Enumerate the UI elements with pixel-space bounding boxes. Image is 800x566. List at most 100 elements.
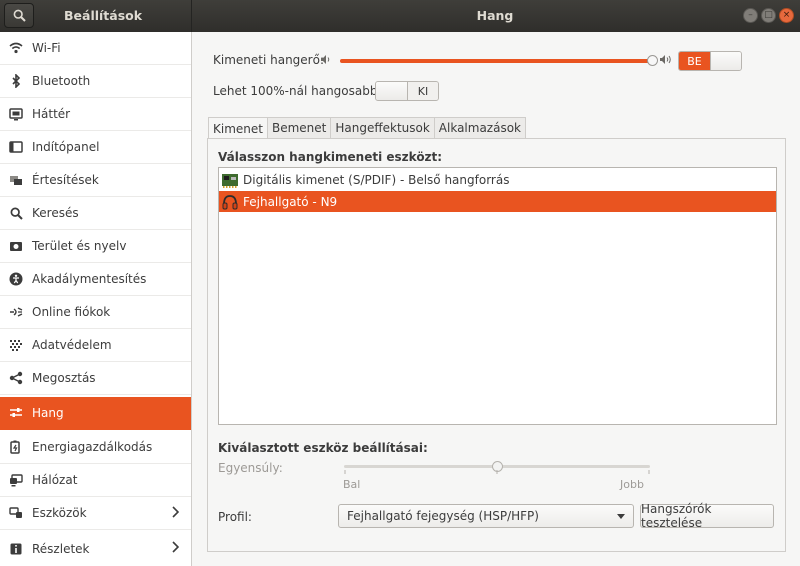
output-device-list: Digitális kimenet (S/PDIF) - Belső hangf… xyxy=(218,167,777,425)
search-icon xyxy=(8,205,24,221)
sidebar-item-bluetooth[interactable]: Bluetooth xyxy=(0,65,191,98)
chevron-right-icon xyxy=(171,506,180,521)
volume-low-icon xyxy=(320,54,331,68)
title-bar: Beállítások Hang – □ × xyxy=(0,0,800,32)
window-title: Hang xyxy=(476,8,514,23)
power-icon xyxy=(8,439,24,455)
tab-output[interactable]: Kimenet xyxy=(208,117,268,139)
output-tab-panel: Válasszon hangkimeneti eszközt: Digitáli… xyxy=(207,138,786,552)
devices-icon xyxy=(8,505,24,521)
dock-icon xyxy=(8,139,24,155)
maximize-icon: □ xyxy=(764,10,773,20)
sidebar-item-label: Értesítések xyxy=(32,173,99,187)
sidebar-item-sharing[interactable]: Megosztás xyxy=(0,362,191,395)
switch-handle xyxy=(376,82,408,100)
switch-off-label: KI xyxy=(407,82,438,100)
notifications-icon xyxy=(8,172,24,188)
minimize-button[interactable]: – xyxy=(743,8,758,23)
sidebar-item-privacy[interactable]: Adatvédelem xyxy=(0,329,191,362)
sidebar-item-label: Adatvédelem xyxy=(32,338,112,352)
device-label: Fejhallgató - N9 xyxy=(243,194,338,209)
sidebar-item-search[interactable]: Keresés xyxy=(0,197,191,230)
sound-tabs: Kimenet Bemenet Hangeffektusok Alkalmazá… xyxy=(208,117,527,139)
list-item-headphones[interactable]: Fejhallgató - N9 xyxy=(219,191,776,212)
output-volume-label: Kimeneti hangerő: xyxy=(213,53,324,67)
sidebar-item-sound[interactable]: Hang xyxy=(0,397,191,430)
balance-ticks xyxy=(344,470,650,474)
sidebar-item-label: Részletek xyxy=(32,541,90,556)
sidebar-item-label: Energiagazdálkodás xyxy=(32,440,153,454)
output-device-heading: Válasszon hangkimeneti eszközt: xyxy=(218,150,443,164)
amplify-label: Lehet 100%-nál hangosabb xyxy=(213,84,378,98)
sidebar-item-label: Indítópanel xyxy=(32,140,100,154)
sidebar-item-label: Online fiókok xyxy=(32,305,111,319)
sidebar-item-network[interactable]: Hálózat xyxy=(0,464,191,497)
sound-settings-panel: Kimeneti hangerő: BE Lehet 100%-nál hang… xyxy=(192,32,800,566)
sidebar-item-label: Hálózat xyxy=(32,473,78,487)
pci-card-icon xyxy=(221,171,239,189)
volume-slider-fill xyxy=(340,59,650,63)
close-icon: × xyxy=(782,10,791,20)
close-button[interactable]: × xyxy=(779,8,794,23)
sidebar-item-online-accounts[interactable]: Online fiókok xyxy=(0,296,191,329)
sidebar-item-details[interactable]: Részletek xyxy=(0,532,191,565)
dropdown-arrow-icon xyxy=(617,514,625,519)
volume-high-icon xyxy=(659,54,673,68)
details-icon xyxy=(8,541,24,557)
balance-label: Egyensúly: xyxy=(218,461,283,475)
network-icon xyxy=(8,472,24,488)
amplify-switch[interactable]: KI xyxy=(375,81,439,101)
sidebar-item-accessibility[interactable]: Akadálymentesítés xyxy=(0,263,191,296)
test-speakers-button[interactable]: Hangszórók tesztelése xyxy=(640,502,774,530)
bluetooth-icon xyxy=(8,73,24,89)
privacy-icon xyxy=(8,337,24,353)
accessibility-icon xyxy=(8,271,24,287)
mute-switch[interactable]: BE xyxy=(678,51,742,71)
list-item-spdif[interactable]: Digitális kimenet (S/PDIF) - Belső hangf… xyxy=(219,169,776,190)
device-label: Digitális kimenet (S/PDIF) - Belső hangf… xyxy=(243,172,510,187)
sidebar-item-label: Keresés xyxy=(32,206,79,220)
sidebar-item-label: Bluetooth xyxy=(32,74,91,88)
share-icon xyxy=(8,370,24,386)
sidebar-title: Beállítások xyxy=(64,8,143,23)
maximize-button[interactable]: □ xyxy=(761,8,776,23)
sidebar-item-region[interactable]: Terület és nyelv xyxy=(0,230,191,263)
sidebar-item-label: Megosztás xyxy=(32,371,96,385)
background-icon xyxy=(8,106,24,122)
sidebar-item-background[interactable]: Háttér xyxy=(0,98,191,131)
volume-slider-handle[interactable] xyxy=(647,55,658,66)
sidebar-item-wifi[interactable]: Wi-Fi xyxy=(0,32,191,65)
switch-on-label: BE xyxy=(679,52,710,70)
sidebar-item-devices[interactable]: Eszközök xyxy=(0,497,191,530)
profile-value: Fejhallgató fejegység (HSP/HFP) xyxy=(347,509,539,523)
wifi-icon xyxy=(8,40,24,56)
region-icon xyxy=(8,238,24,254)
sidebar-item-label: Terület és nyelv xyxy=(32,239,127,253)
tab-input[interactable]: Bemenet xyxy=(266,117,332,138)
profile-label: Profil: xyxy=(218,510,252,524)
tab-sound-effects[interactable]: Hangeffektusok xyxy=(330,117,435,138)
search-button[interactable] xyxy=(4,3,34,28)
sidebar-item-dock[interactable]: Indítópanel xyxy=(0,131,191,164)
sidebar-item-power[interactable]: Energiagazdálkodás xyxy=(0,431,191,464)
sidebar: Wi-Fi Bluetooth Háttér Indítópanel Értes… xyxy=(0,32,192,566)
tab-applications[interactable]: Alkalmazások xyxy=(433,117,527,138)
titlebar-divider xyxy=(191,0,192,32)
sidebar-item-notifications[interactable]: Értesítések xyxy=(0,164,191,197)
sidebar-item-label: Eszközök xyxy=(32,506,87,520)
headphones-icon xyxy=(221,193,239,211)
switch-handle xyxy=(710,52,741,70)
sound-icon xyxy=(8,405,24,421)
sidebar-item-label: Háttér xyxy=(32,107,71,121)
sidebar-item-label: Akadálymentesítés xyxy=(32,272,147,286)
minimize-icon: – xyxy=(748,10,753,20)
chevron-right-icon xyxy=(171,541,180,556)
balance-right-label: Jobb xyxy=(620,478,644,491)
search-icon xyxy=(13,9,26,22)
selected-device-settings-heading: Kiválasztott eszköz beállításai: xyxy=(218,441,428,455)
sidebar-item-label: Hang xyxy=(32,406,64,420)
balance-left-label: Bal xyxy=(343,478,361,491)
profile-dropdown[interactable]: Fejhallgató fejegység (HSP/HFP) xyxy=(338,504,634,528)
online-accounts-icon xyxy=(8,304,24,320)
sidebar-item-label: Wi-Fi xyxy=(32,41,61,55)
